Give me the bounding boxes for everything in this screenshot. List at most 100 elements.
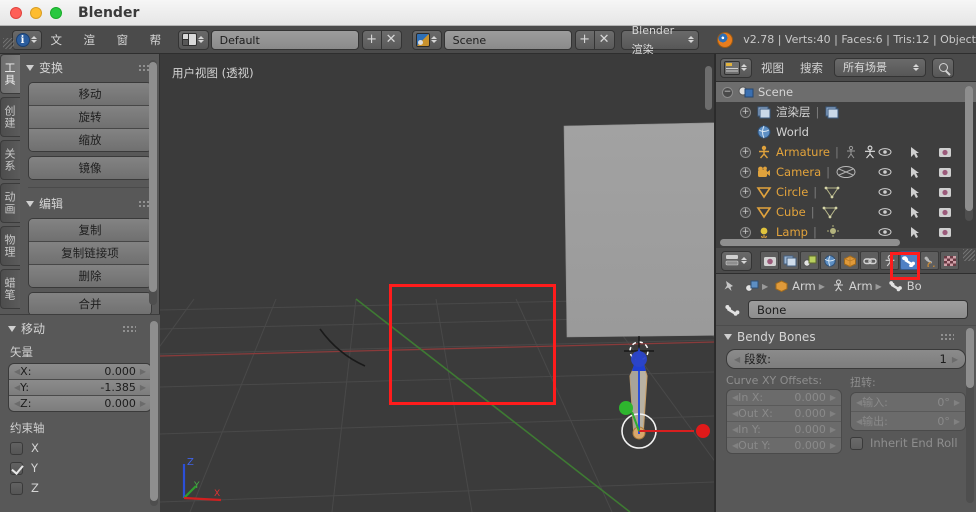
collapse-icon[interactable]: − [722,86,733,98]
curve-in-y-field[interactable]: ◀ In Y: 0.000 ▶ [727,422,841,438]
menu-window[interactable]: 窗口 [108,26,141,75]
sidebar-item-create[interactable]: 创建 [0,97,20,137]
sidebar-item-grease-pencil[interactable]: 蜡笔 [0,269,20,309]
list-item-world[interactable]: World [716,122,976,142]
constraint-axis-z[interactable]: Z [0,478,160,498]
sidebar-item-relations[interactable]: 关系 [0,140,20,180]
increment-icon[interactable]: ▶ [954,417,960,426]
mirror-button[interactable]: 镜像 [29,157,151,179]
increment-icon[interactable]: ▶ [830,425,836,434]
constraint-axis-x[interactable]: X [0,438,160,458]
scene-icon[interactable] [744,279,759,293]
renderability-camera-icon[interactable] [938,186,952,198]
visibility-eye-icon[interactable] [878,226,892,238]
segments-field[interactable]: ◀ 段数: 1 ▶ [726,349,966,369]
increment-icon[interactable]: ▶ [140,367,146,376]
rotate-button[interactable]: 旋转 [29,106,151,129]
increment-icon[interactable]: ▶ [830,441,836,450]
vector-y-field[interactable]: ◀ Y: -1.385 ▶ [9,380,151,396]
tab-constraints[interactable] [860,251,879,270]
sidebar-item-tools[interactable]: 工具 [0,54,20,94]
inherit-end-roll-row[interactable]: Inherit End Roll [850,436,966,450]
list-item-scene[interactable]: − Scene [716,82,976,102]
renderability-camera-icon[interactable] [938,226,952,238]
outliner-menu-view[interactable]: 视图 [754,60,791,76]
outliner-menu-search[interactable]: 搜索 [793,60,830,76]
selectability-cursor-icon[interactable] [909,166,921,179]
increment-icon[interactable]: ▶ [952,355,958,364]
menu-file[interactable]: 文件 [42,26,75,75]
screen-layout-selector[interactable] [177,29,209,50]
viewport-scrollbar[interactable] [705,66,712,110]
bone-icon[interactable] [888,279,904,293]
delete-button[interactable]: 删除 [29,265,151,287]
renderability-camera-icon[interactable] [938,166,952,178]
visibility-eye-icon[interactable] [878,166,892,178]
expand-icon[interactable]: + [740,106,751,118]
curve-out-y-field[interactable]: ◀ Out Y: 0.000 ▶ [727,438,841,453]
visibility-eye-icon[interactable] [878,206,892,218]
editor-type-selector[interactable]: i [11,29,42,50]
close-window-button[interactable] [10,6,22,19]
visibility-eye-icon[interactable] [878,186,892,198]
list-item-cube[interactable]: + Cube | [716,202,976,222]
visibility-eye-icon[interactable] [878,146,892,158]
increment-icon[interactable]: ▶ [830,393,836,402]
list-item-armature[interactable]: + Armature | [716,142,976,162]
expand-icon[interactable]: + [740,206,751,218]
checkbox-icon[interactable] [10,481,23,495]
selectability-cursor-icon[interactable] [909,186,921,199]
panel-header-transform[interactable]: 变换 [20,54,160,79]
properties-scrollbar[interactable] [966,328,974,503]
scale-button[interactable]: 缩放 [29,129,151,151]
outliner-horizontal-scrollbar[interactable] [720,239,900,246]
increment-icon[interactable]: ▶ [140,399,146,408]
tab-object[interactable] [840,251,859,270]
tab-render[interactable] [760,251,779,270]
armature-icon[interactable] [831,279,846,293]
checkbox-icon[interactable] [850,436,863,450]
outliner-search-button[interactable] [932,57,954,78]
vector-x-field[interactable]: ◀ X: 0.000 ▶ [9,364,151,380]
duplicate-button[interactable]: 复制 [29,219,151,242]
breadcrumb-armature-label[interactable]: Arm [849,279,873,293]
selectability-cursor-icon[interactable] [909,146,921,159]
breadcrumb-object-label[interactable]: Arm [792,279,816,293]
twist-in-field[interactable]: ◀ 输入: 0° ▶ [851,393,965,412]
checkbox-checked-icon[interactable] [10,461,23,475]
expand-icon[interactable]: + [740,186,751,198]
expand-icon[interactable]: + [740,226,751,238]
list-item-render-layers[interactable]: + 渲染层 | [716,102,976,122]
render-engine-selector[interactable]: Blender 渲染 [620,24,700,56]
sidebar-item-physics[interactable]: 物理 [0,226,20,266]
remove-scene-button[interactable]: ✕ [594,29,615,50]
breadcrumb-bone-label[interactable]: Bo [907,279,922,293]
tab-texture[interactable] [940,251,959,270]
outliner-filter-dropdown[interactable]: 所有场景 [834,58,926,77]
checkbox-icon[interactable] [10,441,23,455]
renderability-camera-icon[interactable] [938,206,952,218]
outliner-display-mode-selector[interactable] [720,57,752,78]
outliner-vertical-scrollbar[interactable] [965,86,973,221]
scene-name-field[interactable]: Scene [443,29,572,50]
increment-icon[interactable]: ▶ [140,383,146,392]
join-button[interactable]: 合并 [29,293,151,315]
translate-button[interactable]: 移动 [29,83,151,106]
panel-header-translate[interactable]: 移动 [0,315,160,340]
operator-panel-scrollbar[interactable] [150,321,158,506]
scene-selector-dropdown[interactable] [411,29,442,50]
renderability-camera-icon[interactable] [938,146,952,158]
menu-help[interactable]: 帮助 [141,26,174,75]
curve-out-x-field[interactable]: ◀ Out X: 0.000 ▶ [727,406,841,422]
decrement-icon[interactable]: ◀ [734,355,740,364]
sidebar-item-animation[interactable]: 动画 [0,183,20,223]
panel-header-bendy-bones[interactable]: Bendy Bones [716,325,976,347]
menu-render[interactable]: 渲染 [75,26,108,75]
expand-icon[interactable]: + [740,166,751,178]
cube-icon[interactable] [774,279,789,293]
vector-z-field[interactable]: ◀ Z: 0.000 ▶ [9,396,151,411]
list-item-camera[interactable]: + Camera | [716,162,976,182]
tab-world[interactable] [820,251,839,270]
pin-icon[interactable] [722,279,737,293]
minimize-window-button[interactable] [30,6,42,19]
